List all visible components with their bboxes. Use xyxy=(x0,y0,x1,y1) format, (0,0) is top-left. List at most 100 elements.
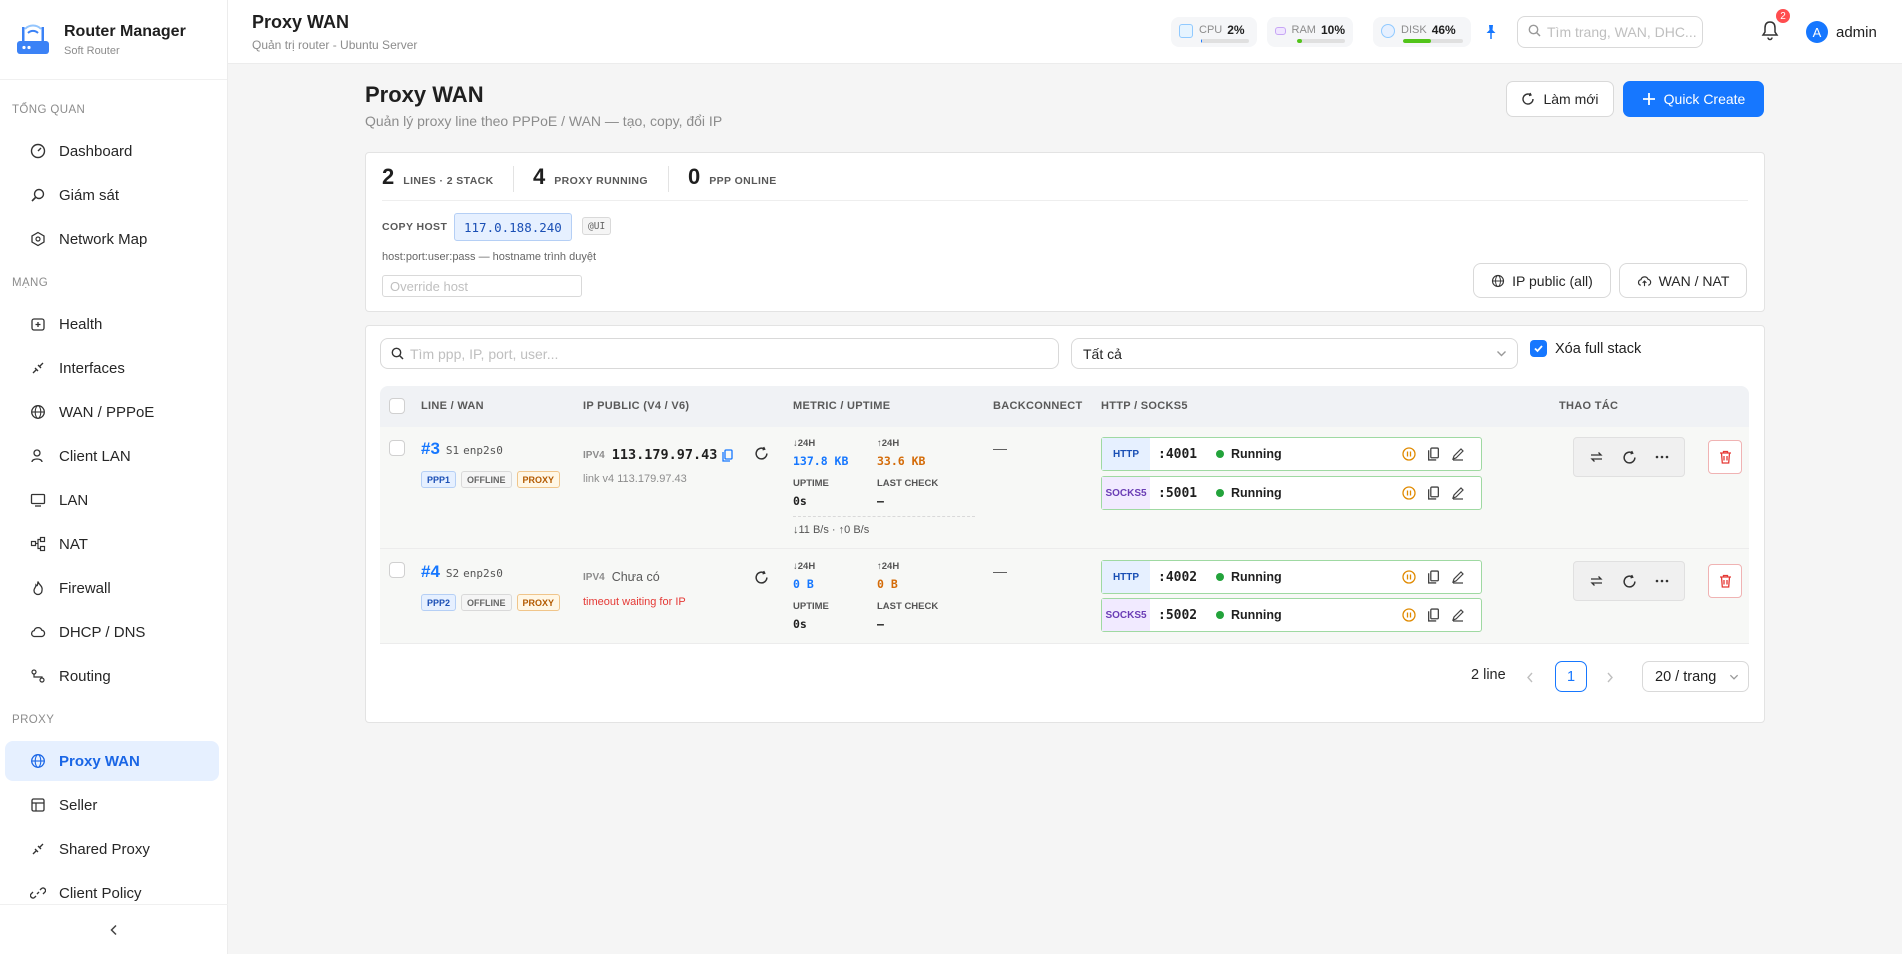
select-all-checkbox[interactable] xyxy=(389,398,405,414)
copy-icon[interactable] xyxy=(1427,447,1440,461)
search-icon xyxy=(391,347,404,360)
edit-icon[interactable] xyxy=(1451,486,1465,500)
sidebar-item-firewall[interactable]: Firewall xyxy=(5,568,219,608)
sidebar-item-health[interactable]: Health xyxy=(5,304,219,344)
sidebar-item-seller[interactable]: Seller xyxy=(5,785,219,825)
pause-icon[interactable] xyxy=(1402,447,1416,461)
sidebar-item-lan[interactable]: LAN xyxy=(5,480,219,520)
ip-public-button[interactable]: IP public (all) xyxy=(1473,263,1611,298)
status-dot xyxy=(1216,573,1224,581)
sidebar-collapse-button[interactable] xyxy=(0,904,228,954)
kpi-value: 4 xyxy=(533,164,546,189)
sidebar-item-network-map[interactable]: Network Map xyxy=(5,219,219,259)
pagination-next-button[interactable] xyxy=(1605,670,1615,686)
sidebar-item-client-lan[interactable]: Client LAN xyxy=(5,436,219,476)
copy-icon[interactable] xyxy=(1427,608,1440,622)
upload-label: ↑24H xyxy=(877,561,900,572)
pause-icon[interactable] xyxy=(1402,570,1416,584)
globe-icon xyxy=(29,403,47,421)
sidebar-item-nat[interactable]: NAT xyxy=(5,524,219,564)
line-tags: PPP2 OFFLINE PROXY xyxy=(421,594,565,611)
quick-create-button[interactable]: Quick Create xyxy=(1623,81,1764,117)
chevron-right-icon xyxy=(1607,672,1613,683)
refresh-ip-button[interactable] xyxy=(754,570,769,588)
sidebar-item-shared-proxy[interactable]: Shared Proxy xyxy=(5,829,219,869)
sidebar-item-label: Routing xyxy=(59,667,111,685)
column-header: IP PUBLIC (V4 / V6) xyxy=(583,400,690,412)
sidebar-item-proxy-wan[interactable]: Proxy WAN xyxy=(5,741,219,781)
refresh-button[interactable]: Làm mới xyxy=(1506,81,1614,117)
proxy-tag: PROXY xyxy=(516,594,561,611)
line-id[interactable]: #4 S2 enp2s0 xyxy=(421,562,503,582)
uptime-label: UPTIME xyxy=(793,478,829,489)
sidebar-item-label: Proxy WAN xyxy=(59,752,140,770)
proxy-port[interactable]: :5002 xyxy=(1158,608,1216,623)
proxy-port[interactable]: :4002 xyxy=(1158,570,1216,585)
page-size-select[interactable]: 20 / trang xyxy=(1642,661,1749,692)
brand[interactable]: Router Manager Soft Router xyxy=(0,0,227,80)
sidebar-item-monitor[interactable]: Giám sát xyxy=(5,175,219,215)
row-actions xyxy=(1573,561,1685,601)
status-filter-select[interactable]: Tất cả xyxy=(1071,338,1518,369)
notification-button[interactable]: 2 xyxy=(1760,9,1790,44)
line-number[interactable]: #4 xyxy=(421,562,440,582)
sidebar-item-wan-pppoe[interactable]: WAN / PPPoE xyxy=(5,392,219,432)
sidebar-item-dhcp-dns[interactable]: DHCP / DNS xyxy=(5,612,219,652)
sidebar-item-label: Client Policy xyxy=(59,884,142,902)
delete-button[interactable] xyxy=(1708,440,1742,474)
more-icon[interactable] xyxy=(1655,579,1669,583)
brand-title: Router Manager xyxy=(64,22,186,40)
override-host-input[interactable]: Override host xyxy=(382,275,582,297)
pause-icon[interactable] xyxy=(1402,486,1416,500)
summary-divider xyxy=(382,200,1748,201)
delete-button[interactable] xyxy=(1708,564,1742,598)
refresh-ip-button[interactable] xyxy=(754,446,769,464)
stack-label: S2 xyxy=(445,567,460,580)
proxy-status: Running xyxy=(1231,486,1282,500)
more-icon[interactable] xyxy=(1655,455,1669,459)
pin-icon[interactable] xyxy=(1484,24,1498,43)
sidebar-item-interfaces[interactable]: Interfaces xyxy=(5,348,219,388)
kpi-label: PPP ONLINE xyxy=(709,175,777,187)
chevron-left-icon xyxy=(1527,672,1533,683)
copy-host-value[interactable]: 117.0.188.240 xyxy=(454,213,572,241)
edit-icon[interactable] xyxy=(1451,447,1465,461)
top-header: Proxy WAN Quản trị router - Ubuntu Serve… xyxy=(228,0,1902,64)
copy-icon[interactable] xyxy=(722,448,734,462)
proxy-row-socks5: SOCKS5 :5002 Running xyxy=(1101,598,1482,632)
pause-icon[interactable] xyxy=(1402,608,1416,622)
row-checkbox[interactable] xyxy=(389,440,405,456)
copy-icon[interactable] xyxy=(1427,570,1440,584)
line-number[interactable]: #3 xyxy=(421,439,440,459)
table-row[interactable] xyxy=(380,427,1749,549)
copy-icon[interactable] xyxy=(1427,486,1440,500)
sidebar-item-routing[interactable]: Routing xyxy=(5,656,219,696)
proxy-port[interactable]: :4001 xyxy=(1158,447,1216,462)
globe-icon xyxy=(29,752,47,770)
ram-icon xyxy=(1275,27,1286,35)
line-search-input[interactable]: Tìm ppp, IP, port, user... xyxy=(380,338,1059,369)
proxy-status: Running xyxy=(1231,447,1282,461)
pagination-prev-button[interactable] xyxy=(1525,670,1535,686)
search-icon xyxy=(1528,24,1541,40)
wan-nat-button[interactable]: WAN / NAT xyxy=(1619,263,1747,298)
swap-icon[interactable] xyxy=(1589,574,1604,588)
pagination-page[interactable]: 1 xyxy=(1555,661,1587,692)
user-menu[interactable]: A admin xyxy=(1806,21,1877,43)
edit-icon[interactable] xyxy=(1451,608,1465,622)
full-stack-checkbox[interactable]: Xóa full stack xyxy=(1530,340,1641,357)
refresh-icon[interactable] xyxy=(1622,574,1637,589)
ip-link-sub: link v4 113.179.97.43 xyxy=(583,473,687,485)
dashboard-icon xyxy=(29,142,47,160)
global-search-input[interactable]: Tìm trang, WAN, DHC... xyxy=(1517,16,1703,48)
row-checkbox[interactable] xyxy=(389,562,405,578)
edit-icon[interactable] xyxy=(1451,570,1465,584)
proxy-row-socks5: SOCKS5 :5001 Running xyxy=(1101,476,1482,510)
swap-icon[interactable] xyxy=(1589,450,1604,464)
download-label: ↓24H xyxy=(793,438,816,449)
proxy-port[interactable]: :5001 xyxy=(1158,486,1216,501)
line-id[interactable]: #3 S1 enp2s0 xyxy=(421,439,503,459)
sidebar-item-dashboard[interactable]: Dashboard xyxy=(5,131,219,171)
uptime-value: 0s xyxy=(793,617,807,631)
refresh-icon[interactable] xyxy=(1622,450,1637,465)
